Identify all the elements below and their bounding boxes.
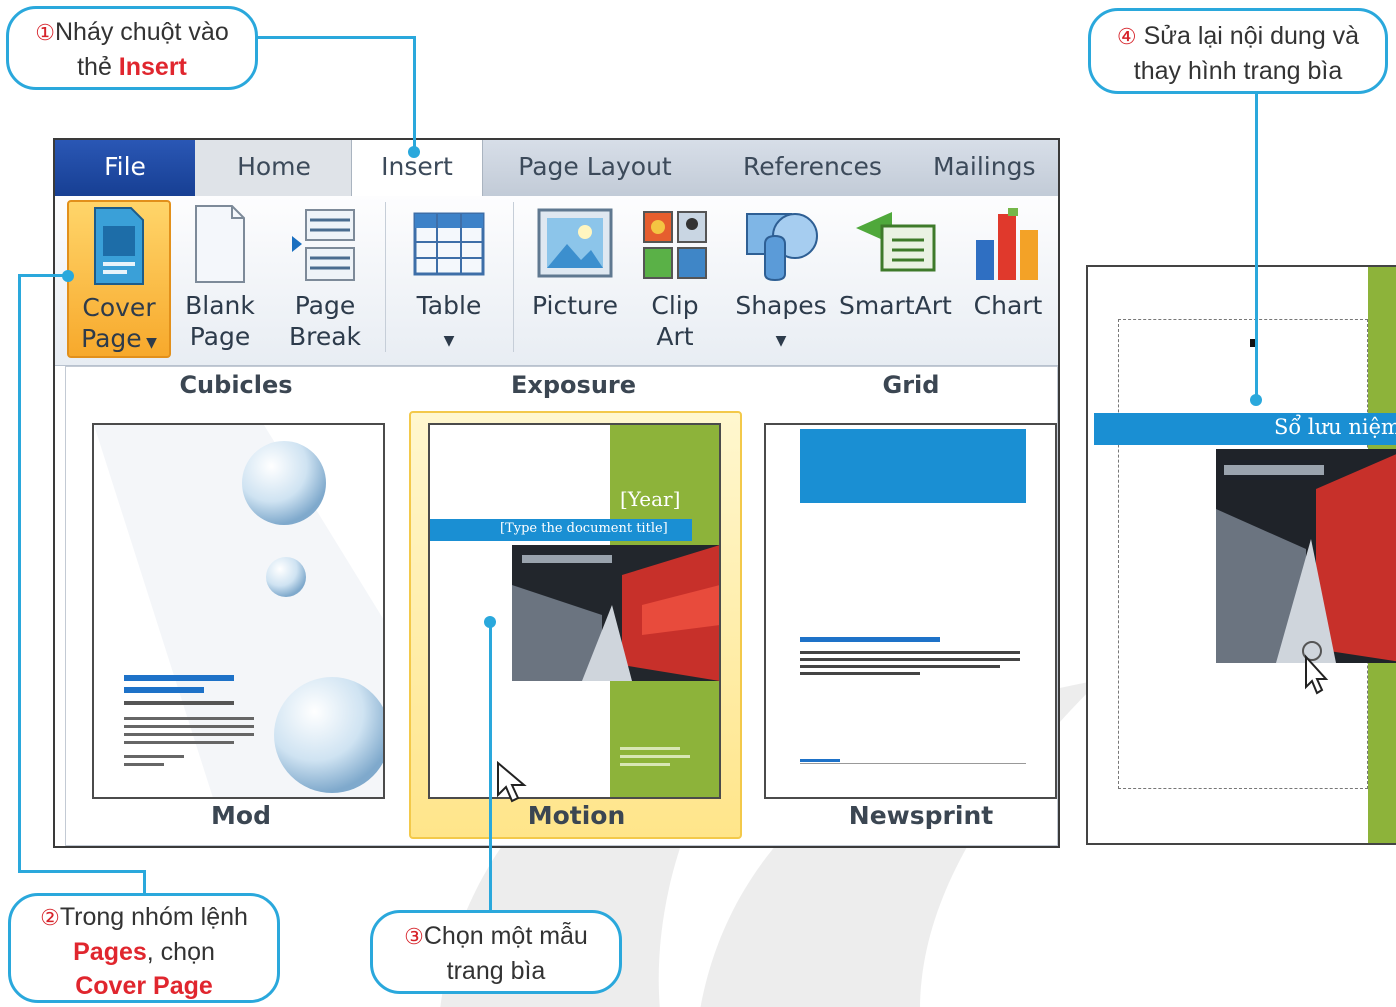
picture-label: Picture	[532, 291, 618, 320]
connector-dot-2	[62, 270, 74, 282]
callout-2-line-1: Trong nhóm lệnh	[59, 903, 248, 931]
tab-file[interactable]: File	[55, 140, 195, 196]
blank-page-icon	[195, 205, 245, 283]
blank-page-label-2: Page	[189, 322, 251, 351]
page-break-icon	[292, 209, 355, 281]
callout-step-4: ④ Sửa lại nội dung và thay hình trang bì…	[1088, 8, 1388, 94]
clip-art-icon	[643, 211, 707, 279]
motion-title-placeholder: [Type the document title]	[500, 521, 668, 536]
motion-footer-lines	[620, 747, 690, 766]
template-motion-thumbnail[interactable]: [Year] [Type the document title]	[428, 423, 721, 799]
connector-2	[18, 274, 21, 872]
callout-step-1: ①Nháy chuột vào thẻ Insert	[6, 6, 258, 90]
connector-3	[489, 622, 492, 912]
doc-title-band: Sổ lưu niệm	[1094, 413, 1396, 445]
callout-3-line-2: trang bìa	[446, 957, 546, 985]
clip-art-button[interactable]: Clip Art	[635, 200, 715, 358]
callout-4-line-2: thay hình trang bìa	[1133, 57, 1343, 85]
tab-references[interactable]: References	[715, 140, 910, 196]
clip-art-label-2: Art	[656, 322, 694, 351]
callout-1-line-1: Nháy chuột vào	[55, 18, 229, 46]
connector-2	[18, 274, 68, 277]
connector-dot-3	[484, 616, 496, 628]
callout-step-3: ③Chọn một mẫu trang bìa	[370, 910, 622, 994]
callout-2-cover-page-highlight: Cover Page	[75, 972, 213, 1000]
smartart-label: SmartArt	[839, 291, 952, 320]
connector-2	[143, 870, 146, 894]
page-break-label: Page	[294, 291, 356, 320]
step-number-2: ②	[40, 905, 60, 930]
blank-page-label: Blank	[185, 291, 255, 320]
clip-art-label: Clip	[651, 291, 699, 320]
mod-preview	[94, 425, 383, 797]
step-number-1: ①	[35, 20, 55, 45]
page-break-button[interactable]: Page Break	[277, 200, 373, 358]
mouse-cursor-icon	[497, 761, 527, 803]
smartart-button[interactable]: SmartArt	[839, 200, 952, 358]
dropdown-arrow-icon: ▼	[443, 333, 455, 349]
dropdown-arrow-icon: ▼	[775, 333, 787, 349]
group-separator	[513, 202, 514, 352]
chart-button[interactable]: Chart	[959, 200, 1057, 358]
callout-3-line-1: Chọn một mẫu	[423, 922, 588, 950]
table-icon	[413, 212, 485, 276]
chart-icon	[976, 208, 1038, 280]
callout-step-2: ②Trong nhóm lệnh Pages, chọn Cover Page	[8, 893, 280, 1003]
gallery-label-grid: Grid	[882, 371, 940, 399]
callout-1-insert-highlight: Insert	[118, 53, 187, 81]
group-separator	[385, 202, 386, 352]
template-label-mod: Mod	[211, 801, 271, 830]
template-label-motion: Motion	[527, 801, 626, 830]
tab-mailings[interactable]: Mailings	[933, 140, 1058, 196]
connector-dot-4	[1250, 394, 1262, 406]
shapes-label: Shapes	[735, 291, 827, 320]
cover-page-icon	[94, 207, 144, 285]
step-number-4: ④	[1116, 24, 1137, 49]
cover-page-label: Cover	[82, 293, 156, 322]
callout-1-line-2-prefix: thẻ	[77, 53, 119, 81]
connector-1	[256, 36, 416, 39]
dropdown-arrow-icon: ▼	[141, 335, 157, 351]
insert-ribbon: Cover Page ▼ Blank Page Page Break Table…	[55, 196, 1058, 366]
motion-title-band: [Type the document title]	[430, 519, 692, 541]
callout-2-line-2-suffix: , chọn	[146, 938, 215, 966]
table-label: Table	[416, 291, 482, 320]
page-break-label-2: Break	[288, 322, 362, 351]
shapes-button[interactable]: Shapes ▼	[729, 200, 833, 358]
shapes-icon	[746, 213, 818, 282]
callout-2-pages-highlight: Pages	[73, 938, 147, 966]
picture-button[interactable]: Picture	[525, 200, 625, 358]
connector-1	[413, 36, 416, 156]
template-label-newsprint: Newsprint	[848, 801, 994, 830]
doc-cover-image	[1216, 449, 1396, 663]
chart-label: Chart	[973, 291, 1043, 320]
tab-page-layout[interactable]: Page Layout	[495, 140, 695, 196]
motion-train-image	[512, 545, 719, 681]
connector-4	[1255, 94, 1258, 400]
template-mod-thumbnail[interactable]	[92, 423, 385, 799]
template-newsprint-thumbnail[interactable]	[764, 423, 1057, 799]
tab-home[interactable]: Home	[195, 140, 353, 196]
table-button[interactable]: Table ▼	[399, 200, 499, 358]
smartart-icon	[856, 212, 936, 272]
gallery-label-exposure: Exposure	[510, 371, 637, 399]
ribbon-tab-bar: File Home Insert Page Layout References …	[55, 140, 1058, 200]
document-preview: Sổ lưu niệm	[1086, 265, 1396, 845]
cover-page-button[interactable]: Cover Page ▼	[67, 200, 171, 358]
cover-page-gallery: Cubicles Exposure Grid [Year] [Type the …	[65, 366, 1058, 846]
gallery-label-cubicles: Cubicles	[179, 371, 293, 399]
connector-dot-1	[408, 146, 420, 158]
connector-2	[18, 870, 146, 873]
callout-4-line-1: Sửa lại nội dung và	[1143, 22, 1360, 50]
step-number-3: ③	[404, 924, 424, 949]
cover-page-label-2: Page	[81, 324, 142, 353]
picture-icon	[537, 208, 613, 278]
motion-year-placeholder: [Year]	[620, 487, 681, 511]
move-cursor-icon	[1302, 641, 1329, 695]
doc-title-text: Sổ lưu niệm	[1274, 415, 1396, 439]
word-window: File Home Insert Page Layout References …	[53, 138, 1060, 848]
newsprint-preview	[800, 429, 1026, 764]
blank-page-button[interactable]: Blank Page	[177, 200, 263, 358]
